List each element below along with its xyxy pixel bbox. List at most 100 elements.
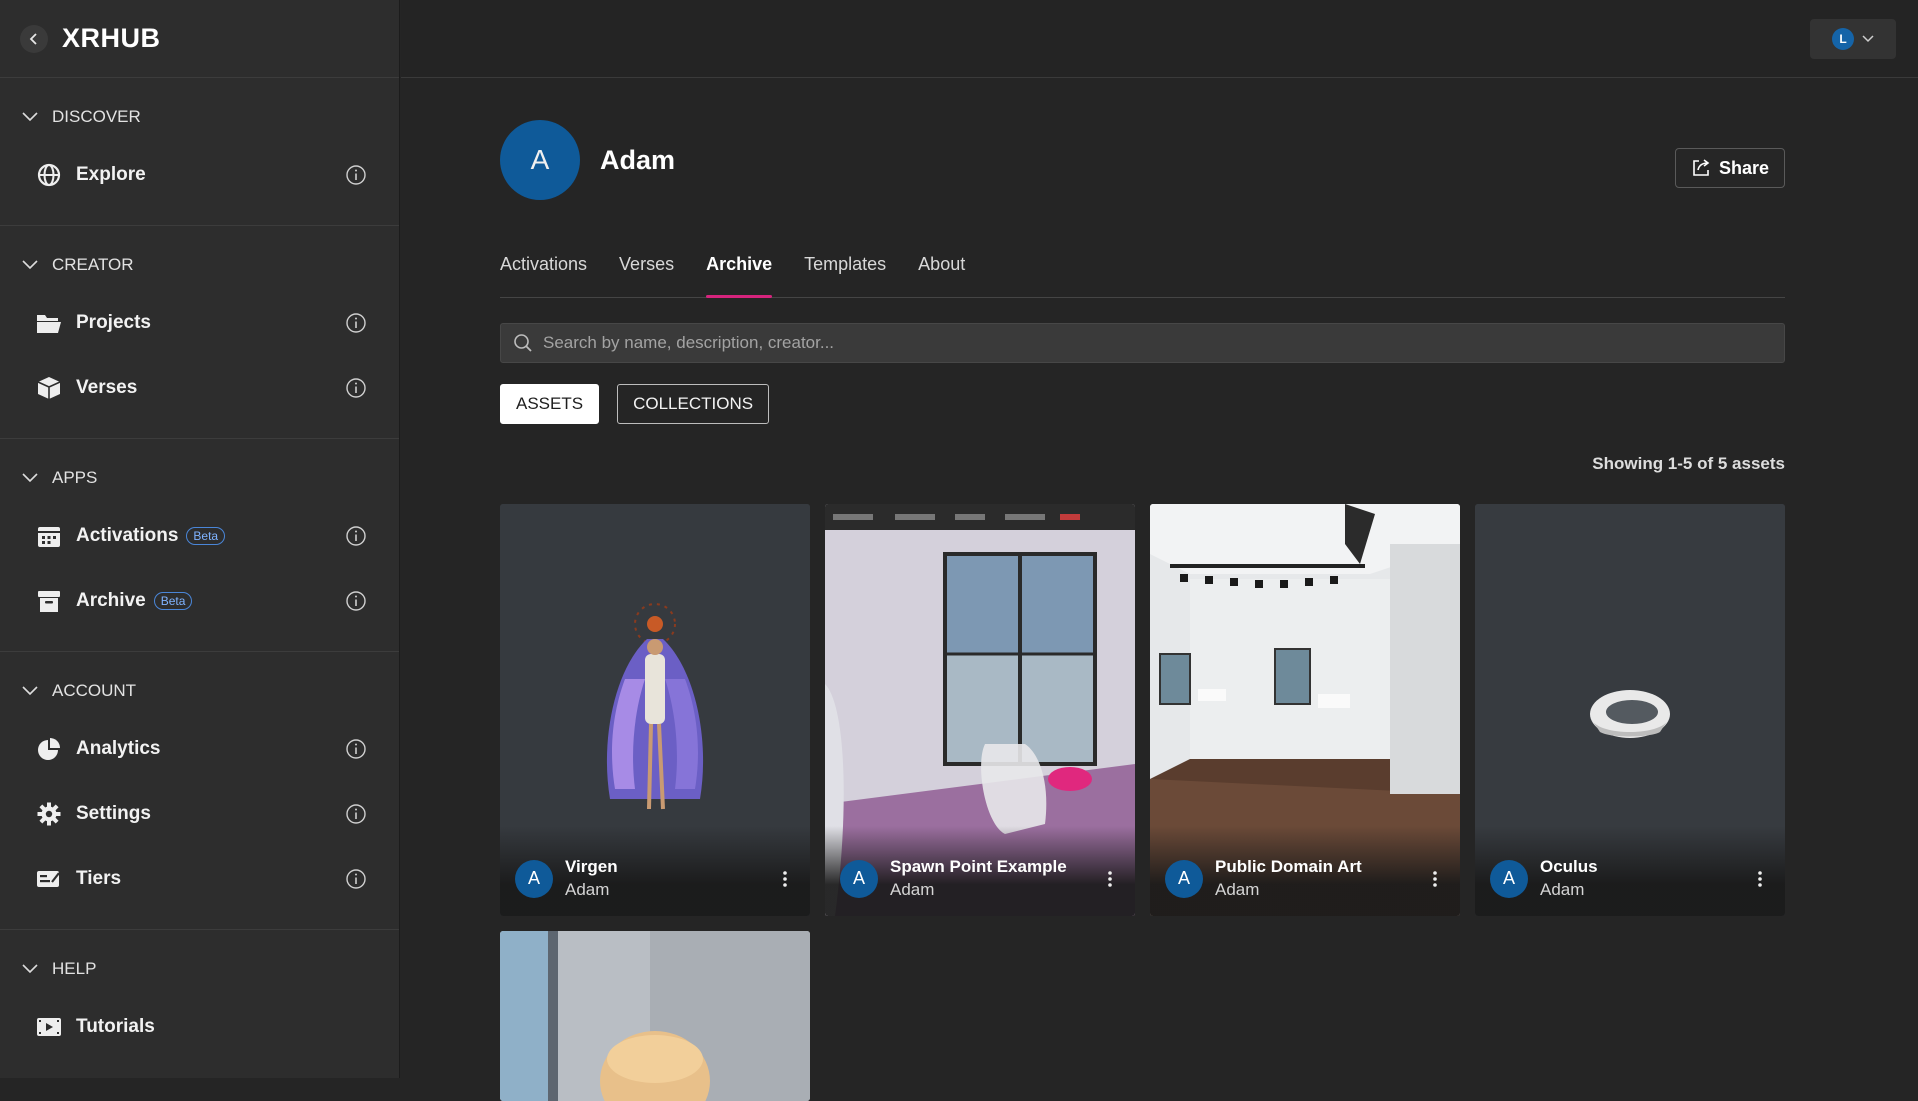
- user-avatar: L: [1832, 28, 1854, 50]
- section-discover: DISCOVER Explore: [0, 78, 399, 226]
- avatar: A: [1165, 859, 1203, 898]
- calendar-icon: [36, 523, 62, 549]
- sidebar-item-settings[interactable]: Settings: [0, 781, 399, 846]
- section-apps: APPS Activations Beta Archive Beta: [0, 439, 399, 652]
- chevron-down-icon: [22, 473, 38, 483]
- more-options-button[interactable]: [775, 865, 795, 893]
- tab-archive[interactable]: Archive: [706, 248, 773, 298]
- sidebar-item-analytics[interactable]: Analytics: [0, 716, 399, 781]
- sidebar-item-activations[interactable]: Activations Beta: [0, 503, 399, 568]
- tab-activations[interactable]: Activations: [500, 248, 587, 297]
- sidebar: XRHUB DISCOVER Explore CREATOR Projects: [0, 0, 400, 1078]
- asset-card-meta: A Spawn Point Example Adam: [840, 857, 1120, 900]
- sidebar-item-label: Tutorials: [76, 1015, 155, 1037]
- sidebar-item-label: Analytics: [76, 737, 161, 759]
- section-toggle-account[interactable]: ACCOUNT: [0, 666, 399, 716]
- asset-creator: Adam: [1540, 880, 1585, 899]
- more-vertical-icon: [1433, 870, 1437, 887]
- sidebar-item-projects[interactable]: Projects: [0, 290, 399, 355]
- sidebar-item-label: Verses: [76, 376, 138, 398]
- asset-title: Spawn Point Example: [890, 857, 1067, 876]
- avatar: A: [840, 859, 878, 898]
- ticket-icon: [36, 866, 62, 892]
- section-toggle-apps[interactable]: APPS: [0, 453, 399, 503]
- section-title: ACCOUNT: [52, 681, 137, 700]
- share-button[interactable]: Share: [1675, 148, 1785, 188]
- asset-card[interactable]: A Public Domain Art Adam: [1150, 504, 1460, 916]
- asset-card-meta: A Virgen Adam: [515, 857, 795, 900]
- chevron-down-icon: [1862, 35, 1874, 43]
- section-title: APPS: [52, 468, 98, 487]
- main-content: A Adam Share Activations Verses Archive …: [500, 78, 1785, 1101]
- section-toggle-discover[interactable]: DISCOVER: [0, 92, 399, 142]
- results-count: Showing 1-5 of 5 assets: [1592, 454, 1785, 473]
- info-icon[interactable]: [345, 164, 367, 186]
- section-title: CREATOR: [52, 255, 134, 274]
- share-icon: [1693, 159, 1710, 176]
- page-title: Adam: [600, 144, 676, 175]
- asset-creator: Adam: [1215, 880, 1260, 899]
- section-help: HELP Tutorials: [0, 930, 399, 1077]
- asset-title: Virgen: [565, 857, 618, 876]
- more-options-button[interactable]: [1100, 865, 1120, 893]
- beta-badge: Beta: [186, 526, 226, 545]
- section-creator: CREATOR Projects Verses: [0, 226, 399, 439]
- asset-thumbnail: [500, 931, 810, 1101]
- sidebar-item-label: Projects: [76, 311, 151, 333]
- more-options-button[interactable]: [1425, 865, 1445, 893]
- more-vertical-icon: [1758, 870, 1762, 887]
- archive-box-icon: [36, 588, 62, 614]
- share-label: Share: [1718, 157, 1770, 178]
- filter-toggle-group: ASSETS COLLECTIONS: [500, 384, 1785, 424]
- avatar: A: [1490, 859, 1528, 898]
- back-button[interactable]: [20, 24, 48, 53]
- asset-card[interactable]: A Oculus Adam: [1475, 504, 1785, 916]
- chevron-left-icon: [29, 32, 37, 45]
- sidebar-item-label: Tiers: [76, 867, 122, 889]
- sidebar-item-explore[interactable]: Explore: [0, 142, 399, 207]
- section-toggle-help[interactable]: HELP: [0, 944, 399, 994]
- sidebar-item-tiers[interactable]: Tiers: [0, 846, 399, 911]
- info-icon[interactable]: [345, 803, 367, 825]
- filter-assets-button[interactable]: ASSETS: [500, 384, 600, 424]
- asset-card[interactable]: A Virgen Adam: [500, 504, 810, 916]
- info-icon[interactable]: [345, 590, 367, 612]
- section-account: ACCOUNT Analytics Settings Tiers: [0, 652, 399, 930]
- avatar: A: [515, 859, 553, 898]
- asset-card[interactable]: [500, 931, 810, 1101]
- asset-card[interactable]: A Spawn Point Example Adam: [825, 504, 1135, 916]
- info-icon[interactable]: [345, 738, 367, 760]
- avatar: A: [500, 120, 580, 200]
- asset-card-meta: A Oculus Adam: [1490, 857, 1770, 900]
- more-options-button[interactable]: [1750, 865, 1770, 893]
- info-icon[interactable]: [345, 377, 367, 399]
- info-icon[interactable]: [345, 312, 367, 334]
- brand-bar: XRHUB: [0, 0, 399, 78]
- section-toggle-creator[interactable]: CREATOR: [0, 240, 399, 290]
- tab-verses[interactable]: Verses: [619, 248, 674, 297]
- user-menu-button[interactable]: L: [1810, 19, 1896, 59]
- asset-title: Oculus: [1540, 857, 1598, 876]
- top-bar: L: [401, 0, 1918, 78]
- sidebar-item-tutorials[interactable]: Tutorials: [0, 994, 399, 1059]
- search-input[interactable]: [543, 333, 1784, 353]
- sidebar-item-archive[interactable]: Archive Beta: [0, 568, 399, 633]
- sidebar-item-label: Explore: [76, 163, 146, 185]
- sidebar-item-label: Settings: [76, 802, 151, 824]
- filter-collections-button[interactable]: COLLECTIONS: [617, 384, 770, 424]
- tab-templates[interactable]: Templates: [804, 248, 886, 297]
- info-icon[interactable]: [345, 525, 367, 547]
- info-icon[interactable]: [345, 868, 367, 890]
- gear-icon: [36, 801, 62, 827]
- cube-icon: [36, 375, 62, 401]
- asset-creator: Adam: [565, 880, 610, 899]
- video-icon: [36, 1014, 62, 1040]
- sidebar-item-label: Archive: [76, 589, 146, 611]
- tab-about[interactable]: About: [918, 248, 965, 297]
- section-title: DISCOVER: [52, 107, 141, 126]
- asset-creator: Adam: [890, 880, 935, 899]
- more-vertical-icon: [783, 870, 787, 887]
- more-vertical-icon: [1108, 870, 1112, 887]
- asset-title: Public Domain Art: [1215, 857, 1362, 876]
- sidebar-item-verses[interactable]: Verses: [0, 355, 399, 420]
